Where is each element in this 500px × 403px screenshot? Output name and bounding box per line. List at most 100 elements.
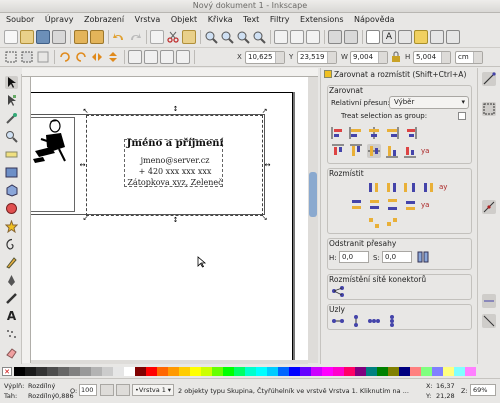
color-swatch[interactable] <box>432 367 443 376</box>
menu-path[interactable]: Křivka <box>208 13 233 27</box>
align-nodes-h-icon[interactable] <box>331 314 345 328</box>
color-swatch[interactable] <box>278 367 289 376</box>
color-swatch[interactable] <box>399 367 410 376</box>
print-icon[interactable] <box>52 30 66 44</box>
snap-bbox-icon[interactable] <box>482 102 496 116</box>
lower-icon[interactable] <box>160 50 174 64</box>
rectangle-tool-icon[interactable] <box>5 166 18 179</box>
menu-object[interactable]: Objekt <box>171 13 197 27</box>
import-icon[interactable] <box>74 30 88 44</box>
star-tool-icon[interactable] <box>4 219 19 234</box>
align-top-icon[interactable] <box>349 144 363 158</box>
spiral-tool-icon[interactable] <box>5 238 18 251</box>
distribute-vgaps-icon[interactable] <box>385 198 399 212</box>
card-name[interactable]: Jméno a příjmení <box>91 138 259 149</box>
color-swatch[interactable] <box>333 367 344 376</box>
box3d-tool-icon[interactable] <box>5 184 18 197</box>
distribute-middle-icon[interactable] <box>367 198 381 212</box>
cut-icon[interactable] <box>166 30 180 44</box>
color-swatch[interactable] <box>322 367 333 376</box>
align-center-vertical-icon[interactable] <box>367 126 381 140</box>
select-all-layers-icon[interactable] <box>20 50 34 64</box>
color-swatch[interactable] <box>355 367 366 376</box>
zoom-tool-icon[interactable] <box>5 130 18 143</box>
align-nodes-v-icon[interactable] <box>349 314 363 328</box>
fill-stroke-icon[interactable] <box>366 30 380 44</box>
color-swatch[interactable] <box>245 367 256 376</box>
undo-icon[interactable] <box>112 30 126 44</box>
distribute-nodes-h-icon[interactable] <box>367 314 381 328</box>
ellipse-tool-icon[interactable] <box>5 202 18 215</box>
selector-tool-icon[interactable] <box>5 76 18 89</box>
no-paint-swatch[interactable]: ✕ <box>2 367 12 376</box>
distribute-gaps-icon[interactable] <box>403 180 417 194</box>
color-swatch[interactable] <box>311 367 322 376</box>
align-baseline-icon[interactable]: ya <box>421 144 435 158</box>
open-folder-icon[interactable] <box>20 30 34 44</box>
rotate-ccw-icon[interactable] <box>58 50 72 64</box>
zoom-page-icon[interactable] <box>236 30 250 44</box>
arrange-connector-network-icon[interactable] <box>331 284 345 298</box>
treat-group-checkbox[interactable] <box>458 112 466 120</box>
color-swatch[interactable] <box>14 367 25 376</box>
calligraphy-tool-icon[interactable] <box>5 292 18 305</box>
handle-top-right-icon[interactable]: ↗ <box>261 108 268 115</box>
flip-vertical-icon[interactable] <box>106 50 120 64</box>
menu-file[interactable]: Soubor <box>6 13 34 27</box>
card-phone[interactable]: + 420 xxx xxx xxx <box>91 167 259 176</box>
color-swatch[interactable] <box>69 367 80 376</box>
ungroup-icon[interactable] <box>344 30 358 44</box>
color-swatch[interactable] <box>344 367 355 376</box>
unit-select[interactable]: cm <box>455 51 483 64</box>
clone-icon[interactable] <box>290 30 304 44</box>
randomize-icon[interactable] <box>367 216 381 230</box>
distribute-left-icon[interactable] <box>367 180 381 194</box>
color-swatch[interactable] <box>443 367 454 376</box>
h-field[interactable]: 5,004 <box>413 51 451 64</box>
xml-editor-icon[interactable] <box>398 30 412 44</box>
handle-right-icon[interactable]: ↔ <box>264 162 271 169</box>
select-all-icon[interactable] <box>4 50 18 64</box>
distribute-right-icon[interactable] <box>421 180 435 194</box>
color-swatch[interactable] <box>465 367 476 376</box>
zoom-drawing-icon[interactable] <box>220 30 234 44</box>
export-icon[interactable] <box>90 30 104 44</box>
color-swatch[interactable] <box>300 367 311 376</box>
handle-left-icon[interactable]: ↔ <box>79 162 86 169</box>
distribute-nodes-v-icon[interactable] <box>385 314 399 328</box>
menu-text[interactable]: Text <box>243 13 259 27</box>
relative-select[interactable]: Výběr ▾ <box>389 96 469 109</box>
color-swatch[interactable] <box>80 367 91 376</box>
distribute-baseline-v-icon[interactable]: ya <box>421 198 435 212</box>
stroke-value[interactable]: Rozdílný <box>28 392 55 400</box>
group-icon[interactable] <box>328 30 342 44</box>
color-swatch[interactable] <box>91 367 102 376</box>
lock-ratio-icon[interactable] <box>389 50 403 64</box>
w-field[interactable]: 9,004 <box>350 51 388 64</box>
fill-value[interactable]: Rozdílný <box>28 382 55 390</box>
toggle-layer-visibility-icon[interactable] <box>100 384 114 396</box>
handle-top-left-icon[interactable]: ↖ <box>82 108 89 115</box>
document-properties-icon[interactable] <box>446 30 460 44</box>
color-swatch[interactable] <box>113 367 124 376</box>
color-swatch[interactable] <box>25 367 36 376</box>
distribute-baseline-h-icon[interactable]: ay <box>439 180 453 194</box>
duplicate-icon[interactable] <box>274 30 288 44</box>
save-icon[interactable] <box>36 30 50 44</box>
card-email[interactable]: jmeno@server.cz <box>91 156 259 165</box>
x-field[interactable]: 10,625 <box>245 51 285 64</box>
menu-extensions[interactable]: Extensions <box>300 13 343 27</box>
align-left-icon[interactable] <box>349 126 363 140</box>
menu-layer[interactable]: Vrstva <box>135 13 161 27</box>
color-swatch[interactable] <box>135 367 146 376</box>
preferences-icon[interactable] <box>430 30 444 44</box>
color-swatch[interactable] <box>223 367 234 376</box>
menu-filters[interactable]: Filtry <box>270 13 290 27</box>
scroll-thumb[interactable] <box>309 172 317 217</box>
color-swatch[interactable] <box>256 367 267 376</box>
snap-guide-icon[interactable] <box>482 294 496 308</box>
color-swatch[interactable] <box>366 367 377 376</box>
toggle-layer-lock-icon[interactable] <box>116 384 130 396</box>
handle-bottom-left-icon[interactable]: ↙ <box>82 215 89 222</box>
overlap-s-field[interactable]: 0,0 <box>382 251 412 263</box>
